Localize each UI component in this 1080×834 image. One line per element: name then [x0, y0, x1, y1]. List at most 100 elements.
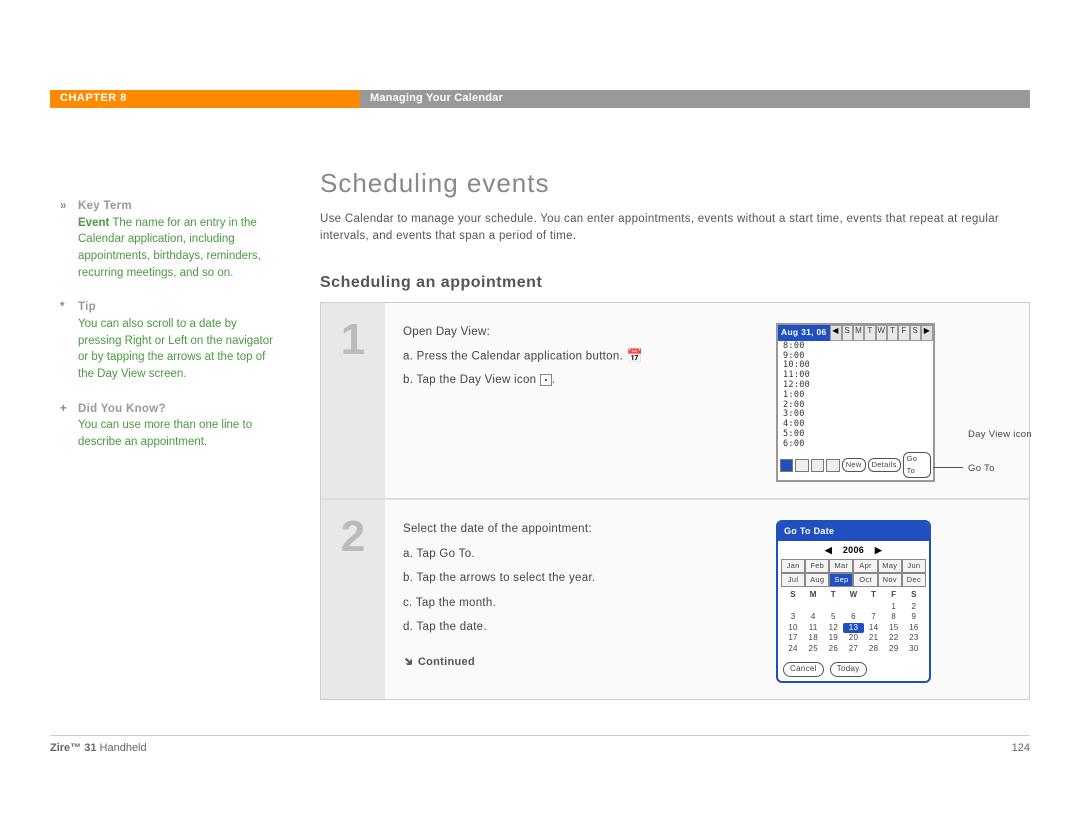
goto-day: 8: [884, 612, 904, 622]
dayview-dow: S: [910, 325, 921, 341]
goto-day: 2: [904, 602, 924, 612]
goto-day: 11: [803, 623, 823, 633]
keyterm-block: »Key Term Event The name for an entry in…: [50, 198, 280, 281]
dayview-hour: 8:00: [783, 342, 931, 352]
goto-day: 27: [843, 644, 863, 654]
dayview-prev-arrow: ◀: [830, 325, 842, 341]
goto-day: [803, 602, 823, 612]
goto-day: 1: [884, 602, 904, 612]
step2-line4: d. Tap the date.: [403, 618, 756, 636]
details-button: Details: [868, 458, 901, 472]
dayview-dow: F: [898, 325, 909, 341]
goto-day: 22: [884, 633, 904, 643]
main-column: Scheduling events Use Calendar to manage…: [320, 168, 1030, 700]
dayview-screenshot: Aug 31, 06 ◀ SMTWTFS ▶ 8:009:0010:0011:0…: [776, 323, 935, 482]
section-title: Scheduling an appointment: [320, 274, 1030, 292]
goto-day: 15: [884, 623, 904, 633]
new-button: New: [842, 458, 866, 472]
step1-illustration: Aug 31, 06 ◀ SMTWTFS ▶ 8:009:0010:0011:0…: [776, 323, 1011, 482]
tip-block: *Tip You can also scroll to a date by pr…: [50, 299, 280, 382]
goto-month: Jul: [781, 573, 805, 587]
dayview-next-arrow: ▶: [921, 325, 933, 341]
weekview-icon: [795, 459, 808, 472]
goto-day: 9: [904, 612, 924, 622]
goto-dow: F: [884, 589, 904, 602]
goto-month: May: [878, 559, 902, 573]
year-prev-arrow: ◀: [825, 545, 832, 555]
goto-day: 26: [823, 644, 843, 654]
goto-day: 4: [803, 612, 823, 622]
goto-day: [823, 602, 843, 612]
step-row: 2 Select the date of the appointment: a.…: [321, 500, 1029, 698]
goto-month: Feb: [805, 559, 829, 573]
goto-day: 20: [843, 633, 863, 643]
goto-day: 6: [843, 612, 863, 622]
keyterm-term: Event: [78, 217, 109, 229]
dayview-hour: 12:00: [783, 381, 931, 391]
goto-day: 12: [823, 623, 843, 633]
goto-month: Aug: [805, 573, 829, 587]
monthview-icon: [811, 459, 824, 472]
goto-dow: T: [823, 589, 843, 602]
dayview-hour: 1:00: [783, 391, 931, 401]
tip-title: Tip: [78, 301, 96, 313]
goto-day: 10: [783, 623, 803, 633]
goto-day: 18: [803, 633, 823, 643]
goto-day: 25: [803, 644, 823, 654]
chapter-title: Managing Your Calendar: [360, 90, 1030, 108]
goto-month: Jan: [781, 559, 805, 573]
goto-day: 30: [904, 644, 924, 654]
goto-dialog: Go To Date ◀ 2006 ▶ JanFebMarAprMayJunJu…: [776, 520, 931, 682]
goto-day: 17: [783, 633, 803, 643]
goto-day: 14: [864, 623, 884, 633]
dayview-inline-icon: [540, 374, 552, 386]
footer: Zire™ 31 Handheld 124: [50, 735, 1030, 754]
continued-label: ➔ Continued: [403, 654, 756, 672]
goto-day: [783, 602, 803, 612]
step-text: Select the date of the appointment: a. T…: [403, 520, 756, 682]
step2-line2: b. Tap the arrows to select the year.: [403, 569, 756, 587]
step2-line0: Select the date of the appointment:: [403, 520, 756, 538]
step2-illustration: Go To Date ◀ 2006 ▶ JanFebMarAprMayJunJu…: [776, 520, 1011, 682]
goto-month: Apr: [853, 559, 877, 573]
goto-button: Go To: [903, 452, 931, 478]
dayview-date: Aug 31, 06: [778, 325, 830, 341]
goto-dow: S: [783, 589, 803, 602]
calendar-icon: 📅: [627, 348, 644, 363]
dayview-hour: 2:00: [783, 401, 931, 411]
step2-line3: c. Tap the month.: [403, 594, 756, 612]
dyk-title: Did You Know?: [78, 403, 166, 415]
goto-day: 16: [904, 623, 924, 633]
step-number: 2: [321, 500, 385, 698]
cancel-button: Cancel: [783, 662, 824, 677]
intro-text: Use Calendar to manage your schedule. Yo…: [320, 211, 1030, 244]
dyk-block: +Did You Know? You can use more than one…: [50, 401, 280, 451]
callout-goto: Go To: [968, 461, 995, 476]
dayview-icon: [780, 459, 793, 472]
dyk-body: You can use more than one line to descri…: [60, 417, 280, 450]
goto-day: 23: [904, 633, 924, 643]
goto-day: 24: [783, 644, 803, 654]
goto-day: 19: [823, 633, 843, 643]
step1-line1: a. Press the Calendar application button…: [403, 346, 643, 367]
step2-line1: a. Tap Go To.: [403, 545, 756, 563]
page-title: Scheduling events: [320, 168, 1030, 199]
goto-day: 3: [783, 612, 803, 622]
dayview-dow: M: [853, 325, 864, 341]
goto-month: Mar: [829, 559, 853, 573]
continued-arrow-icon: ➔: [397, 652, 419, 674]
year-next-arrow: ▶: [875, 545, 882, 555]
goto-month: Jun: [902, 559, 926, 573]
step-number: 1: [321, 303, 385, 498]
sidebar: »Key Term Event The name for an entry in…: [50, 168, 280, 700]
goto-day: 7: [864, 612, 884, 622]
goto-dow: S: [904, 589, 924, 602]
dyk-marker: +: [60, 401, 78, 418]
today-button: Today: [830, 662, 867, 677]
footer-page: 124: [1012, 742, 1030, 754]
page-header: CHAPTER 8 Managing Your Calendar: [50, 90, 1030, 108]
dayview-hour: 4:00: [783, 420, 931, 430]
goto-month: Oct: [853, 573, 877, 587]
keyterm-body: Event The name for an entry in the Calen…: [60, 215, 280, 282]
goto-day: 29: [884, 644, 904, 654]
